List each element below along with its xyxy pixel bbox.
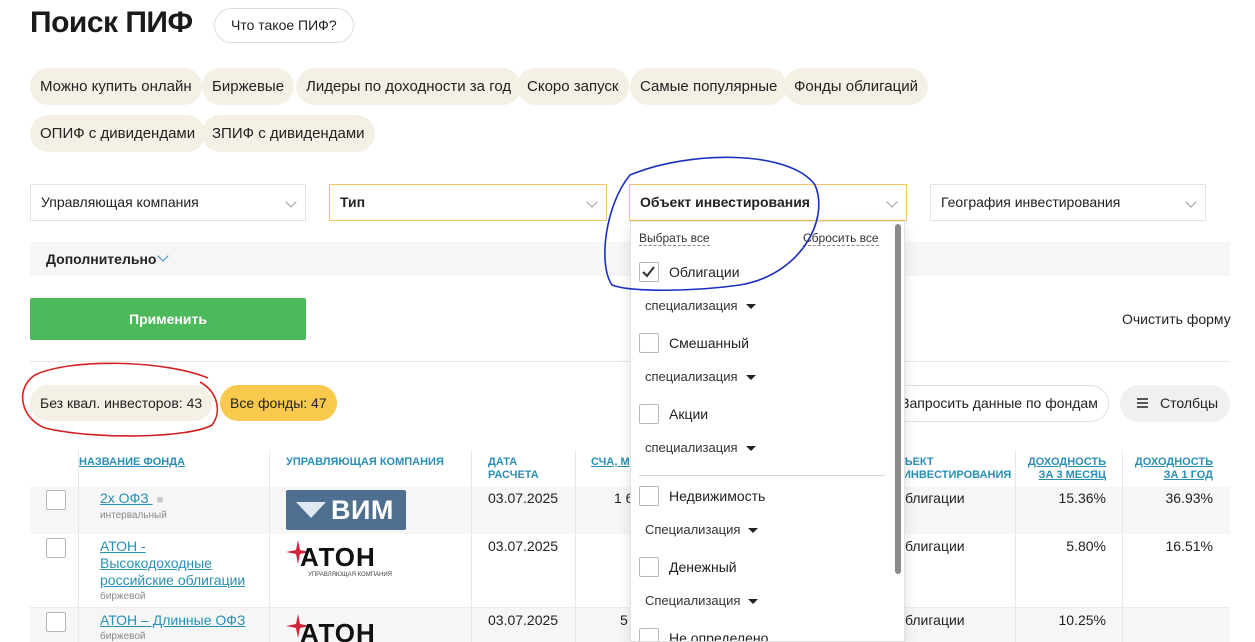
red-circle-annotation <box>21 362 219 437</box>
annotation-layer <box>21 156 820 437</box>
blue-circle-annotation <box>604 156 820 292</box>
